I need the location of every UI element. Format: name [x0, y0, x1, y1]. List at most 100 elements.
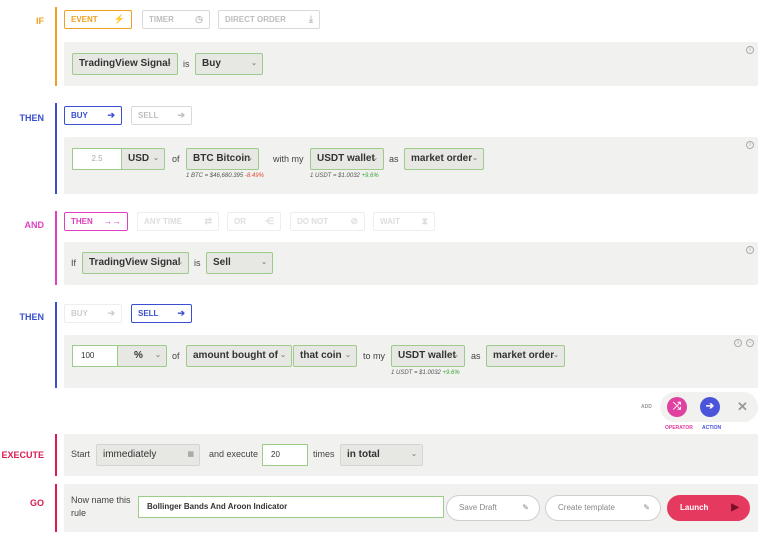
tab-direct-order[interactable]: DIRECT ORDER ⤓: [218, 10, 320, 29]
add-label: ADD: [641, 404, 652, 410]
tab-wait[interactable]: WAIT ⧗: [373, 212, 435, 231]
currency-label: USD: [128, 153, 150, 164]
execute-panel: Start immediately ▦ and execute 20 times…: [64, 434, 758, 476]
signal-value-dropdown[interactable]: Sell ⌄: [206, 252, 273, 274]
wallet-label: USDT wallet: [398, 350, 456, 361]
swap-icon: ⇄: [204, 216, 212, 226]
arrow-right-circle-icon: ➔: [177, 308, 185, 318]
unit-label: %: [134, 350, 143, 361]
launch-button[interactable]: Launch ▶: [667, 495, 750, 521]
and-bar: [55, 211, 57, 285]
name-prompt-line2: rule: [71, 508, 87, 518]
execute-label: EXECUTE: [1, 450, 44, 460]
and-label: AND: [24, 220, 45, 230]
chevron-down-icon: ⌄: [166, 60, 172, 67]
tab-buy-label: BUY: [71, 111, 88, 120]
to-my-text: to my: [363, 351, 386, 361]
wallet-dropdown[interactable]: USDT wallet ⌄: [391, 345, 465, 367]
tab-do-not[interactable]: DO NOT ⊘: [290, 212, 365, 231]
arrow-right-circle-icon: ➔: [177, 110, 185, 120]
order-type-dropdown[interactable]: market order ⌄: [404, 148, 484, 170]
chevron-down-icon: ⌄: [247, 155, 253, 162]
clock-icon: ◷: [195, 14, 203, 24]
launch-label: Launch: [680, 503, 709, 512]
tab-buy[interactable]: BUY ➔: [64, 304, 122, 323]
tab-event[interactable]: EVENT ⚡: [64, 10, 132, 29]
scope-dropdown[interactable]: in total ⌄: [340, 444, 423, 466]
tab-direct-order-label: DIRECT ORDER: [225, 15, 286, 24]
wallet-label: USDT wallet: [317, 153, 375, 164]
chevron-down-icon: ⌄: [345, 352, 351, 359]
tab-timer[interactable]: TIMER ◷: [142, 10, 210, 29]
currency-dropdown[interactable]: USD ⌄: [121, 148, 165, 170]
coin-dropdown[interactable]: that coin ⌄: [293, 345, 357, 367]
wallet-change: +9.6%: [361, 173, 379, 179]
tab-then[interactable]: THEN →→: [64, 212, 128, 231]
amount-input[interactable]: 100: [72, 345, 118, 367]
arrow-right-icon: ➔: [705, 401, 715, 412]
and-execute-text: and execute: [209, 449, 259, 459]
if-label: IF: [36, 16, 44, 26]
save-draft-button[interactable]: Save Draft ✎: [446, 495, 540, 521]
wallet-dropdown[interactable]: USDT wallet ⌄: [310, 148, 384, 170]
create-template-button[interactable]: Create template ✎: [545, 495, 661, 521]
then-label: THEN: [19, 312, 45, 322]
hourglass-icon: ⧗: [421, 216, 428, 226]
coin-label: BTC Bitcoin: [193, 153, 251, 164]
chevron-down-icon: ⌄: [472, 155, 478, 162]
signal-value-dropdown[interactable]: Buy ⌄: [195, 53, 263, 75]
double-arrow-icon: →→: [103, 216, 121, 226]
info-icon[interactable]: i: [746, 246, 754, 254]
remove-icon[interactable]: −: [746, 339, 754, 347]
action-label: ACTION: [702, 425, 722, 431]
count-input[interactable]: 20: [262, 444, 308, 466]
arrow-right-circle-icon: ➔: [107, 110, 115, 120]
tab-sell-label: SELL: [138, 111, 159, 120]
block-icon: ⊘: [350, 216, 358, 226]
coin-rate: 1 BTC = $46,680.395 -8.49%: [186, 173, 264, 179]
tab-do-not-label: DO NOT: [297, 217, 329, 226]
info-icon[interactable]: i: [734, 339, 742, 347]
as-text: as: [389, 154, 399, 164]
wallet-rate: 1 USDT = $1.0032 +9.6%: [391, 370, 460, 376]
of-text: of: [172, 154, 180, 164]
close-icon[interactable]: ✕: [737, 399, 748, 415]
order-type-dropdown[interactable]: market order ⌄: [486, 345, 565, 367]
rule-name-input[interactable]: Bollinger Bands And Aroon Indicator: [138, 496, 444, 518]
name-prompt: Now name this rule: [71, 494, 131, 520]
amount-input[interactable]: 2.5: [72, 148, 122, 170]
download-icon: ⤓: [309, 14, 313, 24]
wallet-rate: 1 USDT = $1.0032 +9.6%: [310, 173, 379, 179]
fork-icon: ⋲: [265, 216, 274, 226]
coin-dropdown[interactable]: BTC Bitcoin ⌄: [186, 148, 259, 170]
if-panel: i TradingView Signal ⌄ is Buy ⌄: [64, 42, 758, 86]
tab-sell[interactable]: SELL ➔: [131, 106, 192, 125]
pencil-icon: ✎: [522, 503, 529, 512]
unit-dropdown[interactable]: % ⌄: [117, 345, 167, 367]
tab-sell[interactable]: SELL ➔: [131, 304, 192, 323]
action-button[interactable]: ➔: [700, 397, 720, 417]
if-text: If: [71, 258, 77, 268]
chevron-down-icon: ⌄: [280, 352, 286, 359]
chevron-down-icon: ⌄: [553, 352, 559, 359]
tab-or[interactable]: OR ⋲: [227, 212, 281, 231]
tab-buy[interactable]: BUY ➔: [64, 106, 122, 125]
start-time-dropdown[interactable]: immediately ▦: [96, 444, 200, 466]
lightning-icon: ⚡: [113, 14, 125, 24]
calendar-icon: ▦: [187, 451, 194, 458]
signal-dropdown[interactable]: TradingView Signal ⌄: [82, 252, 189, 274]
signal-dropdown[interactable]: TradingView Signal ⌄: [72, 53, 178, 75]
chevron-down-icon: ⌄: [153, 155, 159, 162]
tab-any-time[interactable]: ANY TIME ⇄: [137, 212, 219, 231]
operator-button[interactable]: ⤮: [667, 397, 687, 417]
coin-change: -8.49%: [244, 173, 264, 179]
go-label: GO: [29, 498, 44, 508]
then-label: THEN: [19, 113, 45, 123]
target-dropdown[interactable]: amount bought of ⌄: [186, 345, 292, 367]
info-icon[interactable]: i: [746, 46, 754, 54]
save-draft-label: Save Draft: [459, 503, 497, 512]
tab-sell-label: SELL: [138, 309, 159, 318]
info-icon[interactable]: i: [746, 141, 754, 149]
signal-dropdown-value: TradingView Signal: [79, 58, 171, 69]
of-text: of: [172, 351, 180, 361]
